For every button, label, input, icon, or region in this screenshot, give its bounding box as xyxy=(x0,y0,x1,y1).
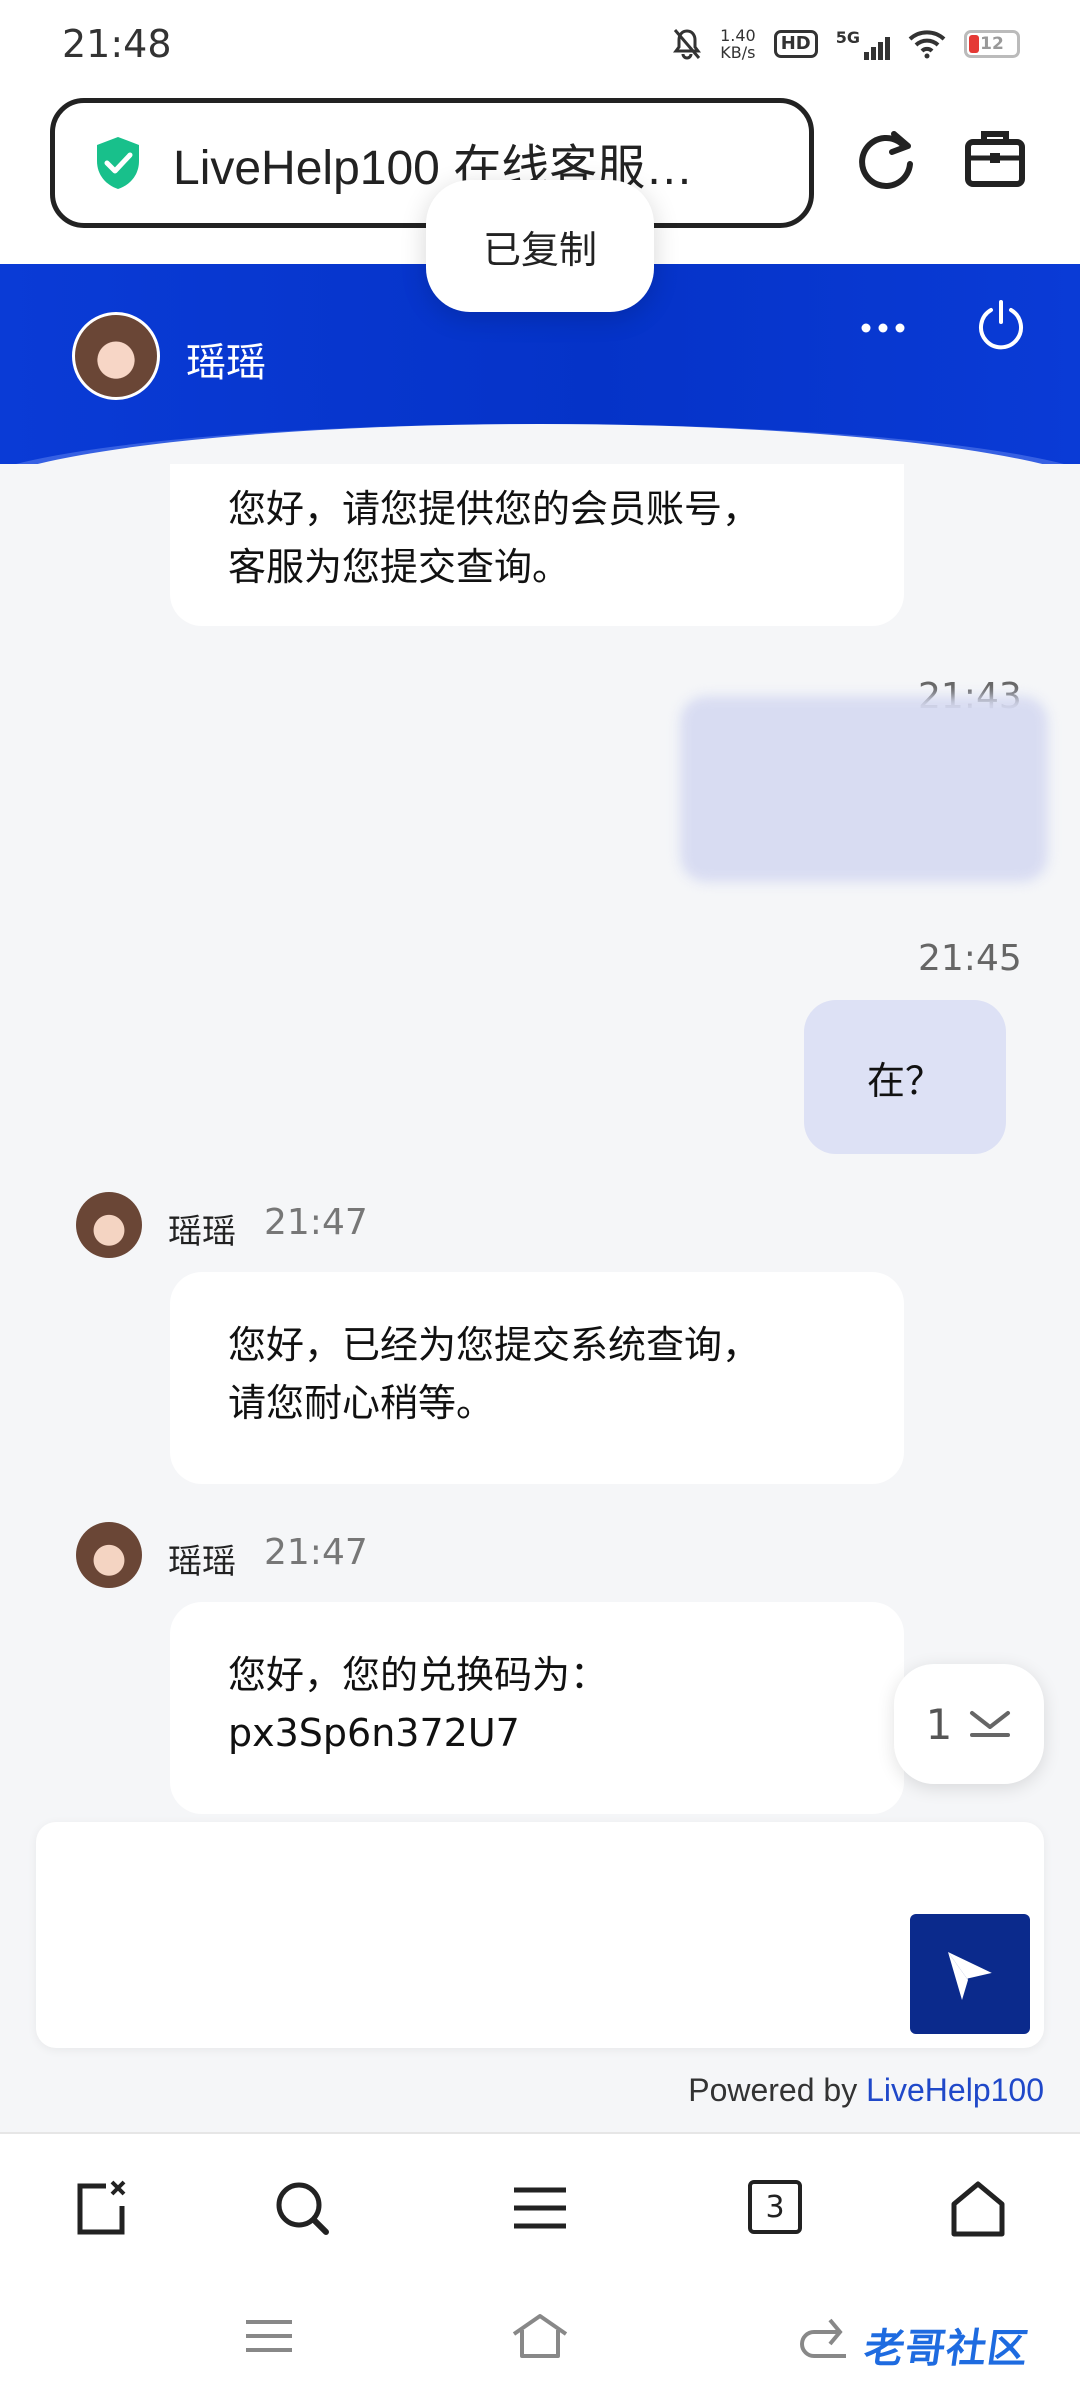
message-composer xyxy=(36,1822,1044,2048)
new-message-badge[interactable]: 1 xyxy=(894,1664,1044,1784)
powered-by: Powered by LiveHelp100 xyxy=(688,2072,1044,2108)
message-list[interactable]: 您好，请您提供您的会员账号， 客服为您提交查询。 21:43 21:45 在？ … xyxy=(0,424,1080,1820)
agent-message-bubble[interactable]: 您好，您的兑换码为： px3Sp6n372U7 xyxy=(170,1602,904,1814)
home-icon[interactable] xyxy=(948,2178,1008,2238)
more-icon[interactable] xyxy=(858,316,908,340)
signal-icon: 5G xyxy=(836,28,890,60)
agent-avatar-small xyxy=(76,1192,142,1258)
wifi-icon xyxy=(908,30,946,59)
system-home-icon[interactable] xyxy=(510,2312,570,2360)
status-bar: 21:48 1.40 KB/s HD 5G 12 xyxy=(0,0,1080,88)
user-message-bubble-redacted xyxy=(680,696,1048,882)
user-message-bubble: 在？ xyxy=(804,1000,1006,1154)
message-time: 21:47 xyxy=(264,1202,368,1243)
send-icon xyxy=(948,1952,995,2000)
message-input[interactable] xyxy=(60,1842,920,2028)
unread-count: 1 xyxy=(925,1699,953,1749)
reload-icon[interactable] xyxy=(856,128,916,194)
tab-count: 3 xyxy=(765,2189,785,2225)
redeem-code[interactable]: px3Sp6n372U7 xyxy=(228,1704,846,1762)
message-time: 21:47 xyxy=(264,1532,368,1573)
chevron-down-icon xyxy=(970,1711,1011,1737)
watermark-logo: 老哥社区 xyxy=(861,2327,1032,2371)
status-icons: 1.40 KB/s HD 5G 12 xyxy=(672,27,1020,61)
menu-icon[interactable] xyxy=(510,2178,570,2238)
power-icon[interactable] xyxy=(976,298,1026,350)
toolbox-icon[interactable] xyxy=(964,126,1026,190)
net-speed: 1.40 KB/s xyxy=(720,26,756,62)
agent-message-bubble: 您好，已经为您提交系统查询， 请您耐心稍等。 xyxy=(170,1272,904,1484)
agent-name: 瑶瑶 xyxy=(168,1542,236,1582)
secure-shield-icon xyxy=(97,137,139,189)
browser-bottom-nav: 3 xyxy=(0,2132,1080,2282)
hd-badge: HD xyxy=(773,30,818,58)
brand-link[interactable]: LiveHelp100 xyxy=(866,2072,1044,2108)
recent-apps-icon[interactable] xyxy=(244,2316,294,2356)
send-button[interactable] xyxy=(910,1914,1030,2034)
status-time: 21:48 xyxy=(62,22,172,66)
battery-icon: 12 xyxy=(964,30,1020,58)
agent-name: 瑶瑶 xyxy=(168,1212,236,1252)
search-icon[interactable] xyxy=(272,2178,332,2238)
close-page-icon[interactable] xyxy=(72,2178,132,2238)
mute-bell-icon xyxy=(673,29,702,60)
agent-avatar xyxy=(72,312,160,400)
tabs-button[interactable]: 3 xyxy=(748,2180,802,2234)
agent-avatar-small xyxy=(76,1522,142,1588)
agent-name: 瑶瑶 xyxy=(186,340,266,386)
message-time: 21:45 xyxy=(918,938,1022,979)
copied-toast: 已复制 xyxy=(426,180,654,312)
